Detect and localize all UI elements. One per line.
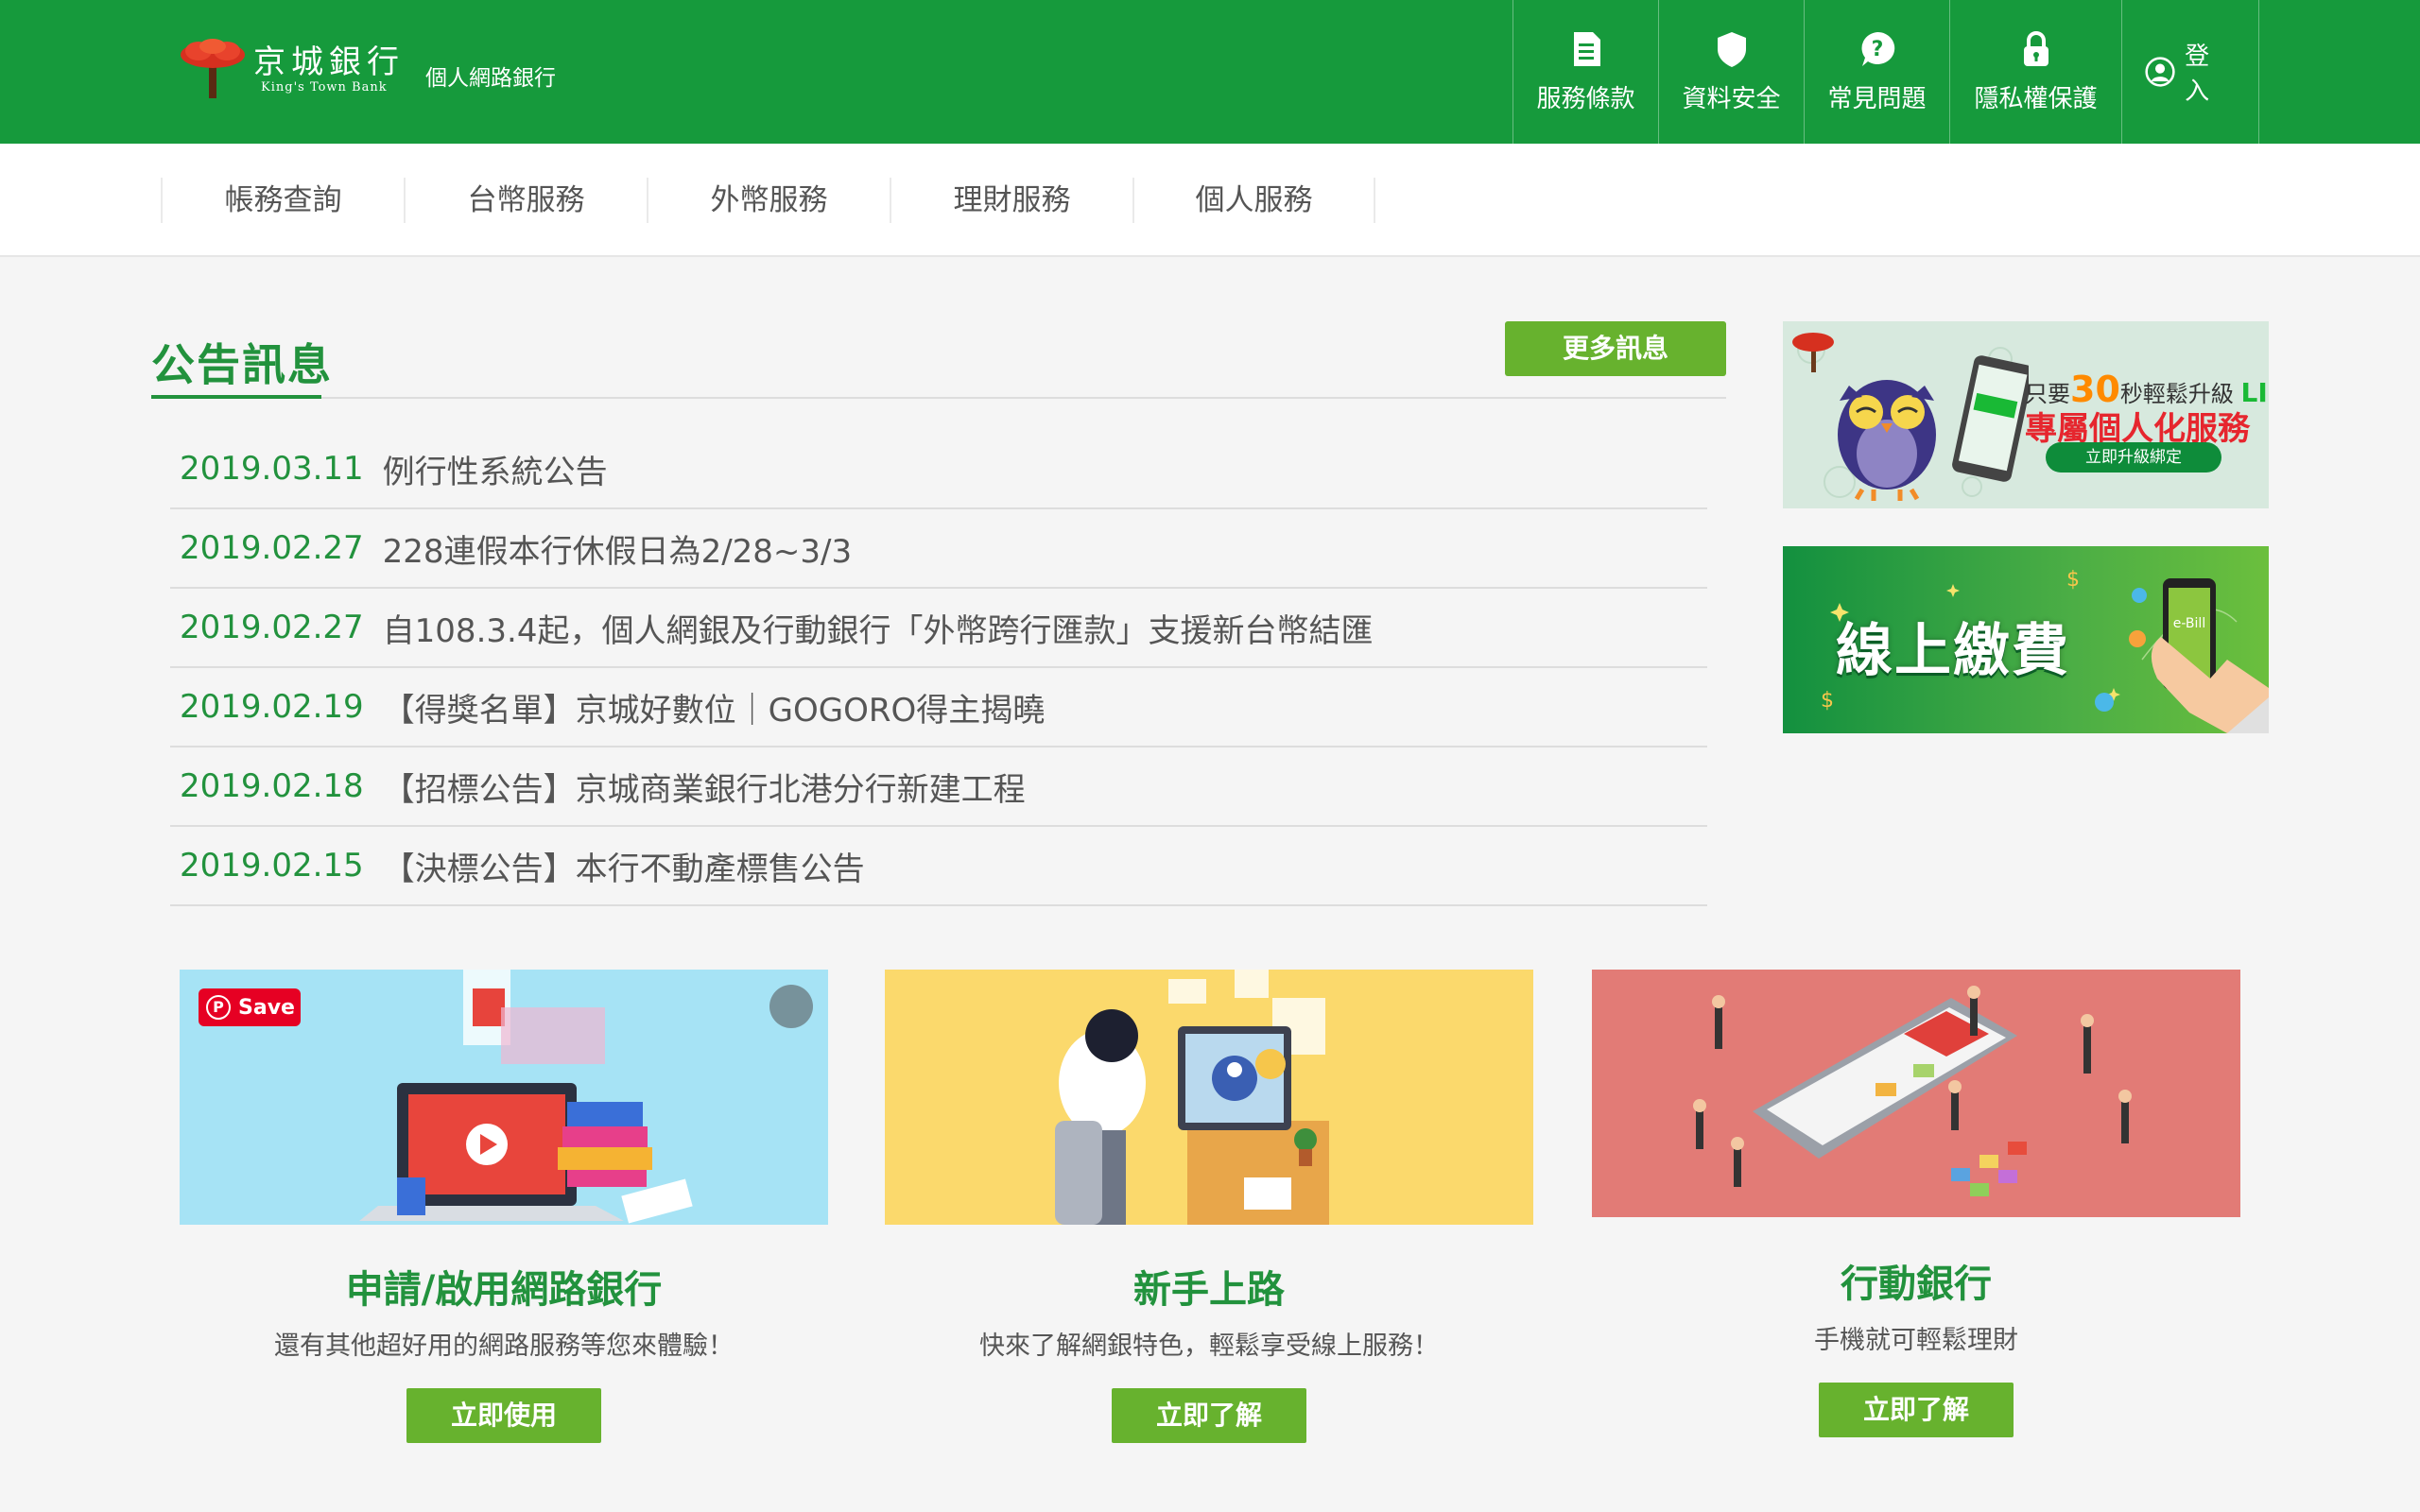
menu-item-twd[interactable]: 台幣服務 [404,178,647,223]
logo-english-name: King's Town Bank [261,79,388,94]
nav-security[interactable]: 資料安全 [1658,0,1804,144]
main-menu: 帳務查詢 台幣服務 外幣服務 理財服務 個人服務 [0,144,2420,257]
document-icon [1573,31,1600,66]
line-binding-banner[interactable]: 只要30秒輕鬆升級 LINE 專屬個人化服務 立即升級綁定 [1783,321,2269,508]
nav-security-label: 資料安全 [1682,84,1781,113]
feature-card-beginner: 新手上路 快來了解網銀特色，輕鬆享受線上服務！ 立即了解 [885,970,1533,1443]
site-subtitle: 個人網路銀行 [425,66,556,91]
svg-text:e-Bill: e-Bill [2173,616,2205,631]
announcement-date: 2019.02.18 [180,767,364,805]
line-upgrade-button[interactable]: 立即升級綁定 [2046,442,2221,472]
announcement-date: 2019.02.27 [180,609,364,646]
card-description: 手機就可輕鬆理財 [1814,1326,2018,1355]
card-title: 行動銀行 [1841,1263,1992,1306]
announcement-link[interactable]: 例行性系統公告 [383,446,608,492]
nav-terms[interactable]: 服務條款 [1512,0,1658,144]
announcement-link[interactable]: 【決標公告】本行不動產標售公告 [383,843,865,889]
question-icon: ? [1861,31,1894,66]
nav-privacy[interactable]: 隱私權保護 [1949,0,2121,144]
lock-icon [2023,30,2048,66]
list-item[interactable]: 2019.03.11 例行性系統公告 [170,430,1707,509]
announcement-link[interactable]: 【得獎名單】京城好數位｜GOGORO得主揭曉 [383,684,1046,730]
nav-login[interactable]: 登入 [2121,0,2259,144]
list-item[interactable]: 2019.02.18 【招標公告】京城商業銀行北港分行新建工程 [170,747,1707,827]
user-icon [2145,57,2175,87]
bank-logo[interactable]: 京城銀行 King's Town Bank 個人網路銀行 [178,36,556,102]
feature-card-mobile: 行動銀行 手機就可輕鬆理財 立即了解 [1592,970,2240,1437]
announcement-link[interactable]: 自108.3.4起，個人網銀及行動銀行「外幣跨行匯款」支援新台幣結匯 [383,605,1374,651]
card-description: 還有其他超好用的網路服務等您來體驗！ [274,1332,734,1361]
svg-text:$: $ [1821,689,1834,713]
top-header: 京城銀行 King's Town Bank 個人網路銀行 服務條款 資料安全 ?… [0,0,2420,144]
menu-item-wealth[interactable]: 理財服務 [890,178,1132,223]
card-description: 快來了解網銀特色，輕鬆享受線上服務！ [979,1332,1439,1361]
utility-nav: 服務條款 資料安全 ? 常見問題 隱私權保護 登入 [1512,0,2259,144]
nav-faq-label: 常見問題 [1827,84,1927,113]
feature-card-apply: P Save 申請/啟用網路銀行 還有其他超好用的網路服務等您來體驗！ 立即使用 [180,970,828,1443]
giant-phone-people-illustration [1693,986,2132,1196]
menu-item-foreign-currency[interactable]: 外幣服務 [647,178,890,223]
person-at-computer-illustration [1055,970,1329,1225]
svg-text:$: $ [2066,568,2080,592]
announcement-list: 2019.03.11 例行性系統公告 2019.02.27 228連假本行休假日為2… [170,430,1707,906]
menu-item-personal[interactable]: 個人服務 [1132,178,1375,223]
list-item[interactable]: 2019.02.15 【決標公告】本行不動產標售公告 [170,827,1707,906]
announcements-title: 公告訊息 [151,339,333,390]
nav-faq[interactable]: ? 常見問題 [1804,0,1949,144]
learn-more-button[interactable]: 立即了解 [1112,1388,1306,1443]
title-underline [151,395,321,399]
laptop-illustration: P Save [180,970,828,1225]
menu-item-accounts[interactable]: 帳務查詢 [161,178,404,223]
nav-terms-label: 服務條款 [1536,84,1635,113]
use-now-button[interactable]: 立即使用 [406,1388,601,1443]
announcement-date: 2019.02.19 [180,688,364,726]
phone-in-hand-illustration: $ $ e-Bill [1821,568,2269,733]
announcement-date: 2019.03.11 [180,450,364,488]
visual-search-icon[interactable] [769,985,813,1028]
list-item[interactable]: 2019.02.27 自108.3.4起，個人網銀及行動銀行「外幣跨行匯款」支援新… [170,589,1707,668]
svg-text:?: ? [1871,38,1883,61]
shield-icon [1717,31,1746,67]
list-item[interactable]: 2019.02.27 228連假本行休假日為2/28~3/3 [170,509,1707,589]
beginner-illustration [885,970,1533,1225]
announcement-date: 2019.02.27 [180,529,364,567]
divider [151,397,1726,399]
nav-login-label: 登入 [2185,43,2210,106]
pinterest-save-button[interactable]: P Save [199,988,301,1026]
announcement-link[interactable]: 228連假本行休假日為2/28~3/3 [383,525,852,572]
nav-privacy-label: 隱私權保護 [1974,84,2098,113]
logo-chinese-name: 京城銀行 [253,43,405,81]
learn-more-button[interactable]: 立即了解 [1819,1383,2014,1437]
owl-mascot-illustration [1792,333,2029,501]
tree-logo-icon [178,38,248,100]
card-title: 新手上路 [1133,1268,1285,1312]
announcement-link[interactable]: 【招標公告】京城商業銀行北港分行新建工程 [383,764,1026,810]
mobile-banking-illustration [1592,970,2240,1217]
pinterest-icon: P [206,995,231,1020]
announcement-date: 2019.02.15 [180,847,364,885]
list-item[interactable]: 2019.02.19 【得獎名單】京城好數位｜GOGORO得主揭曉 [170,668,1707,747]
card-title: 申請/啟用網路銀行 [345,1268,663,1312]
online-payment-banner[interactable]: 線上繳費 $ $ e-Bill [1783,546,2269,733]
more-announcements-button[interactable]: 更多訊息 [1505,321,1726,376]
